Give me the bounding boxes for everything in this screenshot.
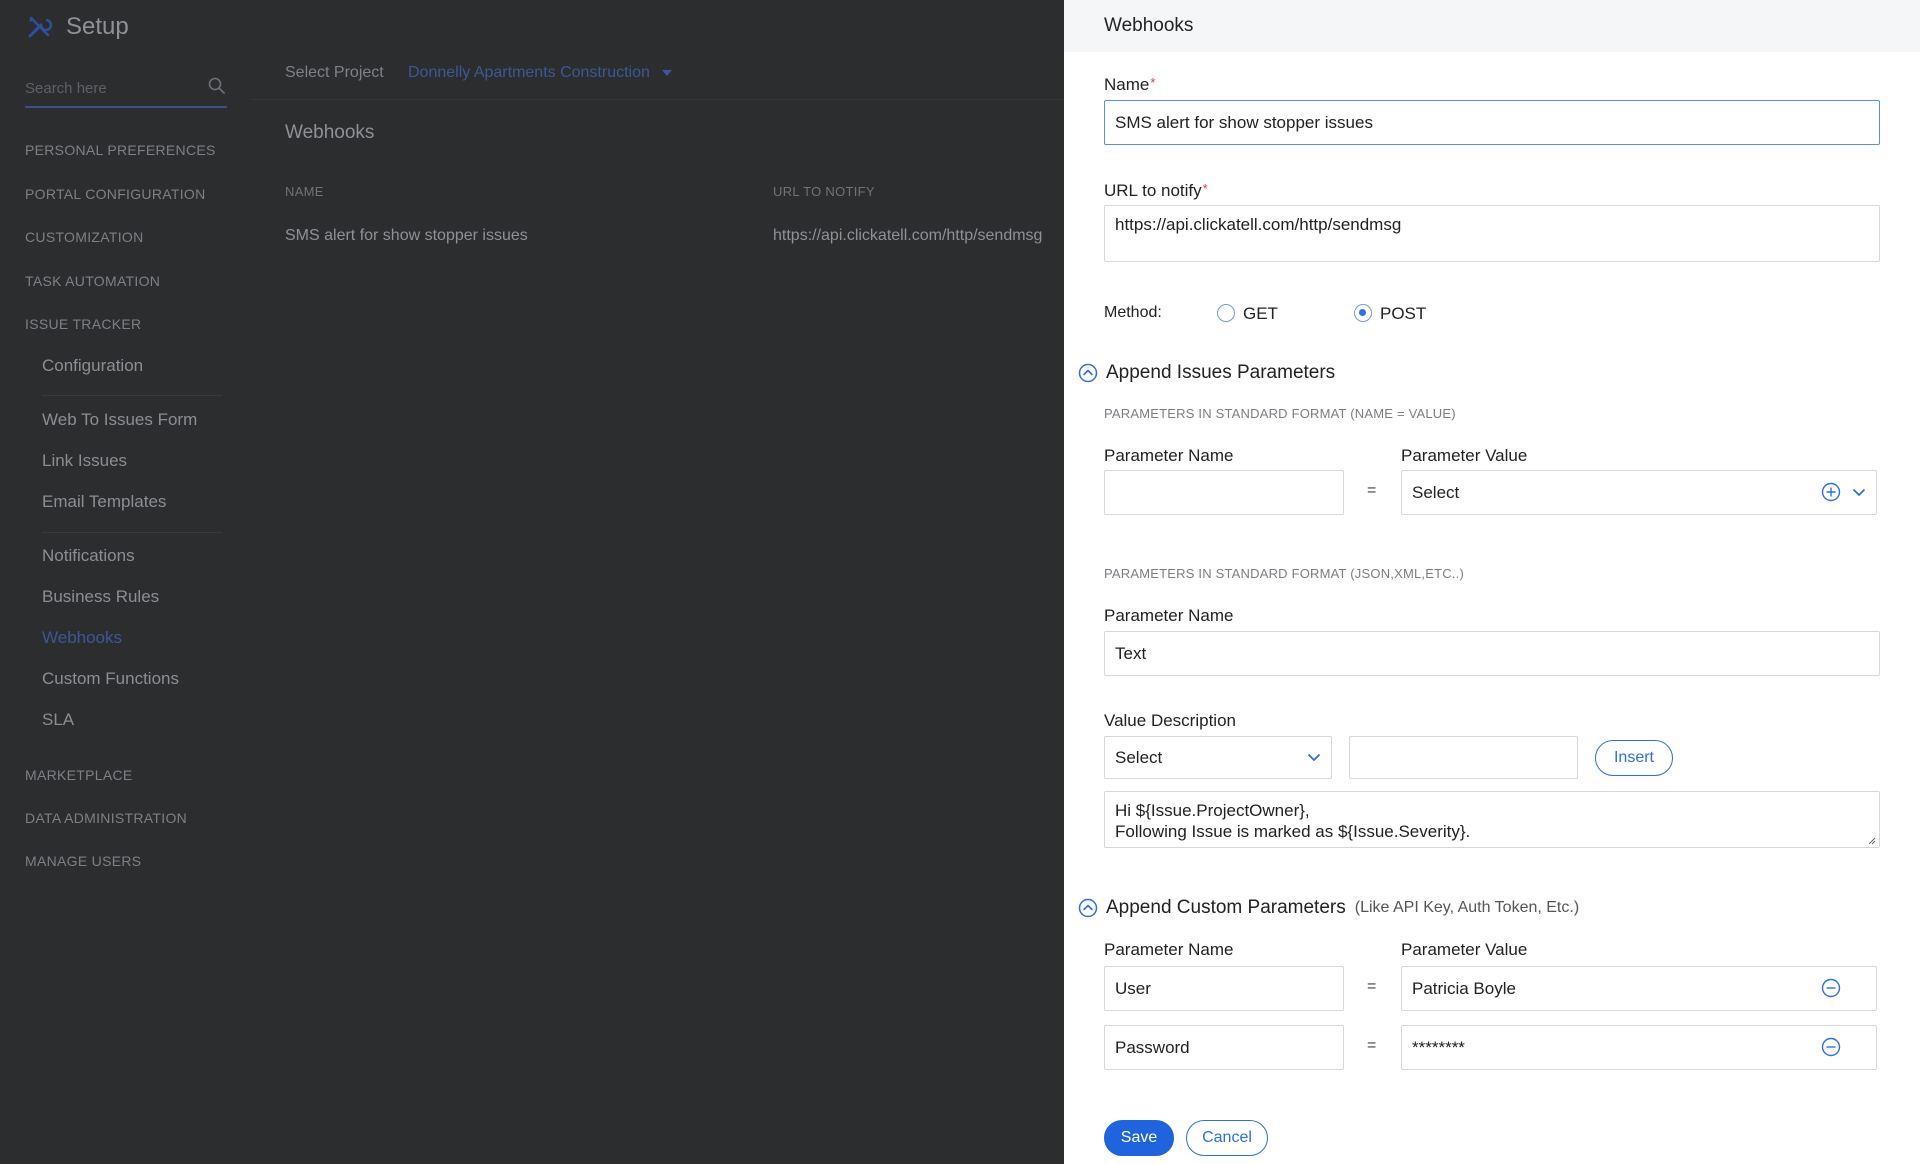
webhook-panel: Webhooks Name* URL to notify* https://ap… [1064,0,1920,1164]
search-input[interactable] [25,76,195,100]
append-issues-header[interactable]: Append Issues Parameters [1078,362,1335,384]
value-description-label: Value Description [1104,711,1236,730]
resize-handle-icon[interactable] [1866,835,1876,845]
sidebar-divider [42,395,222,396]
custom-parameter-name-label: Parameter Name [1104,940,1234,959]
sidebar-item-email-templates[interactable]: Email Templates [42,492,166,512]
append-issues-title: Append Issues Parameters [1106,362,1336,383]
tools-icon [28,16,52,38]
sidebar-item-notifications[interactable]: Notifications [42,546,135,566]
sidebar-item-configuration[interactable]: Configuration [42,356,143,376]
select-project-label: Select Project [285,64,384,81]
parameter-value-select[interactable]: Select [1401,470,1877,515]
required-mark: * [1150,75,1156,90]
sidebar-item-marketplace[interactable]: MARKETPLACE [25,767,133,783]
sidebar-item-data-administration[interactable]: DATA ADMINISTRATION [25,810,187,826]
collapse-chevron-up-icon[interactable] [1078,363,1098,383]
append-custom-title: Append Custom Parameters [1106,897,1346,918]
method-get-label[interactable]: GET [1243,304,1278,324]
json-parameter-name-input[interactable] [1104,631,1880,676]
message-body-textarea[interactable]: Hi ${Issue.ProjectOwner}, Following Issu… [1104,791,1880,848]
method-post-radio[interactable] [1354,304,1372,322]
method-label: Method: [1104,304,1162,321]
column-header-name: NAME [285,184,324,199]
json-format-heading: PARAMETERS IN STANDARD FORMAT (JSON,XML,… [1104,566,1464,581]
sidebar [0,54,250,1164]
panel-header: Webhooks [1064,0,1920,52]
sidebar-item-webhooks[interactable]: Webhooks [42,628,122,648]
column-header-url: URL TO NOTIFY [773,184,875,199]
value-description-select[interactable]: Select [1104,736,1332,779]
method-post-label[interactable]: POST [1380,304,1426,324]
custom-parameter-name-input[interactable] [1104,966,1344,1011]
app-header: Setup [0,0,1064,54]
webhook-row-name[interactable]: SMS alert for show stopper issues [285,227,528,245]
sidebar-item-manage-users[interactable]: MANAGE USERS [25,853,141,869]
sidebar-item-customization[interactable]: CUSTOMIZATION [25,229,144,245]
sidebar-item-personal-preferences[interactable]: PERSONAL PREFERENCES [25,142,216,158]
sidebar-item-task-automation[interactable]: TASK AUTOMATION [25,273,160,289]
name-input[interactable] [1104,100,1880,145]
sidebar-item-web-to-issues-form[interactable]: Web To Issues Form [42,410,197,430]
chevron-down-icon [1852,488,1866,497]
sidebar-search [25,68,227,108]
required-mark: * [1202,181,1208,196]
name-label: Name* [1104,75,1155,95]
caret-down-icon [661,70,672,76]
method-get-radio[interactable] [1217,304,1235,322]
remove-parameter-icon[interactable] [1821,1037,1841,1057]
parameter-value-select-value: Select [1412,482,1460,502]
append-custom-header[interactable]: Append Custom Parameters (Like API Key, … [1078,897,1579,919]
custom-parameter-name-input[interactable] [1104,1025,1344,1070]
sidebar-item-issue-tracker[interactable]: ISSUE TRACKER [25,316,141,332]
save-button[interactable]: Save [1104,1120,1174,1156]
standard-format-heading: PARAMETERS IN STANDARD FORMAT (NAME = VA… [1104,406,1456,421]
parameter-name-input[interactable] [1104,470,1344,515]
sidebar-item-sla[interactable]: SLA [42,710,74,730]
append-custom-note: (Like API Key, Auth Token, Etc.) [1354,899,1580,916]
collapse-chevron-up-icon[interactable] [1078,898,1098,918]
equals-sign: = [1367,1037,1377,1054]
json-parameter-name-label: Parameter Name [1104,606,1234,625]
value-description-input[interactable] [1349,736,1578,779]
url-input[interactable]: https://api.clickatell.com/http/sendmsg [1104,205,1880,262]
sidebar-item-portal-configuration[interactable]: PORTAL CONFIGURATION [25,186,206,202]
webhook-row-url: https://api.clickatell.com/http/sendmsg [773,227,1043,244]
equals-sign: = [1367,978,1377,995]
custom-parameter-value-input[interactable] [1401,1025,1877,1070]
value-description-select-value: Select [1115,747,1163,767]
remove-parameter-icon[interactable] [1821,978,1841,998]
project-bar: Select Project Donnelly Apartments Const… [250,54,1064,100]
sidebar-item-link-issues[interactable]: Link Issues [42,451,127,471]
panel-title: Webhooks [1104,15,1194,36]
project-dropdown-value: Donnelly Apartments Construction [408,64,650,81]
url-label-text: URL to notify [1104,181,1202,200]
custom-parameter-value-input[interactable] [1401,966,1877,1011]
name-label-text: Name [1104,75,1150,94]
custom-parameter-value-label: Parameter Value [1401,940,1528,959]
parameter-name-label: Parameter Name [1104,446,1234,465]
add-parameter-icon[interactable] [1821,482,1841,502]
app-title: Setup [66,13,129,40]
url-label: URL to notify* [1104,181,1208,201]
cancel-button[interactable]: Cancel [1186,1120,1268,1156]
page-title: Webhooks [285,122,375,143]
project-dropdown[interactable]: Donnelly Apartments Construction [408,64,672,82]
parameter-value-label: Parameter Value [1401,446,1528,465]
search-icon[interactable] [207,76,227,96]
sidebar-divider [42,532,222,533]
insert-button[interactable]: Insert [1595,740,1673,776]
equals-sign: = [1367,482,1377,499]
setup-page-background: Setup PERSONAL PREFERENCES PORTAL CONFIG… [0,0,1064,1164]
sidebar-item-business-rules[interactable]: Business Rules [42,587,159,607]
chevron-down-icon [1307,753,1321,762]
sidebar-item-custom-functions[interactable]: Custom Functions [42,669,179,689]
